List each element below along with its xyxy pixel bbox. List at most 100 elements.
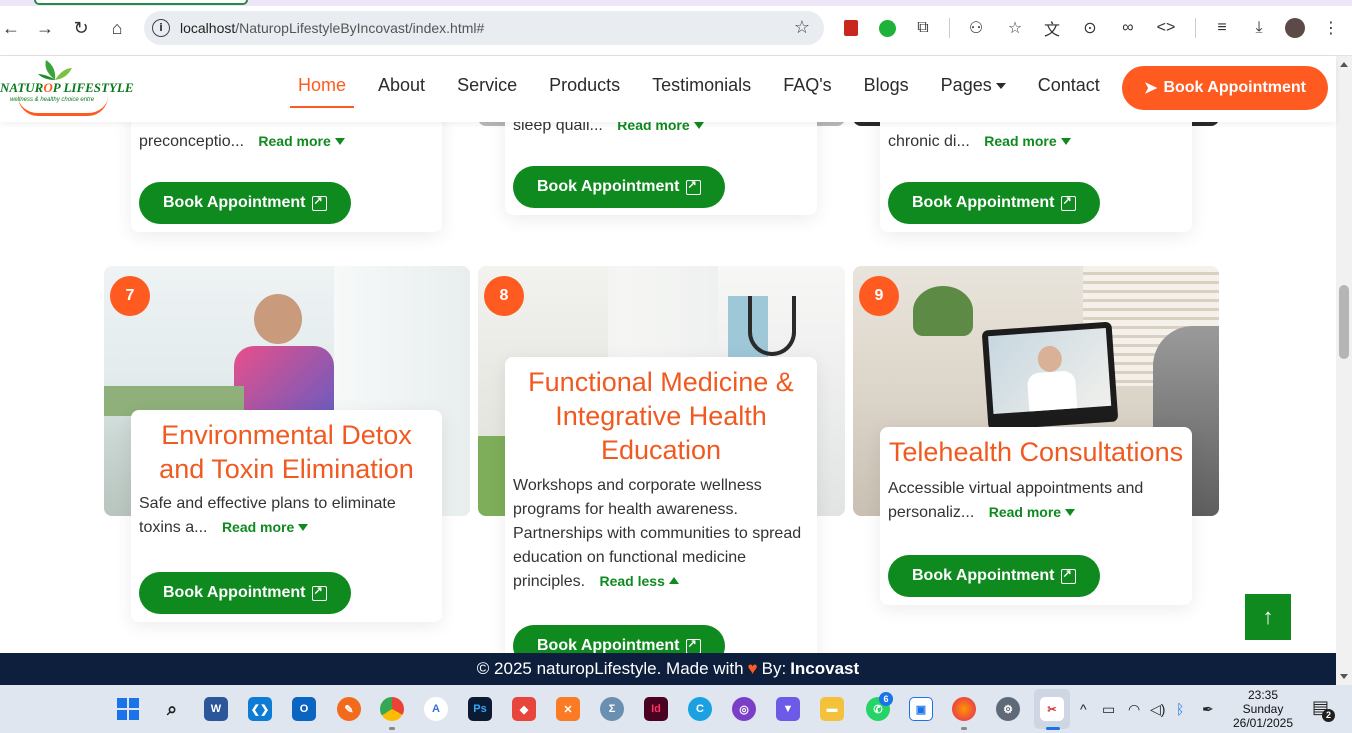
tray-chevron-icon[interactable]: ^ <box>1080 701 1087 717</box>
page-scrollbar[interactable] <box>1336 56 1352 685</box>
wifi-icon[interactable]: ◠ <box>1128 701 1140 718</box>
book-appointment-button[interactable]: Book Appointment <box>139 572 351 614</box>
windows-start-icon[interactable] <box>116 697 140 721</box>
green-extension-icon[interactable] <box>876 17 898 39</box>
read-more-link[interactable]: Read more <box>222 519 309 535</box>
paper-plane-icon: ➤ <box>1144 80 1158 97</box>
bookmark-star-icon[interactable]: ☆ <box>794 17 810 38</box>
tor-browser-icon[interactable]: ◎ <box>732 697 756 721</box>
word-icon[interactable]: W <box>204 697 228 721</box>
canva-icon[interactable]: C <box>688 697 712 721</box>
card-number-badge: 7 <box>110 276 150 316</box>
calculator-icon[interactable]: Σ <box>600 697 624 721</box>
assistant-icon[interactable]: A <box>424 697 448 721</box>
logo[interactable]: NATUROP LIFESTYLE wellness & healthy cho… <box>0 60 134 118</box>
card-desc-text: preconceptio... <box>139 133 244 150</box>
puzzle-icon[interactable]: ⧉ <box>912 17 934 39</box>
translate-icon[interactable]: 文 <box>1041 17 1063 39</box>
read-more-link[interactable]: Read more <box>258 133 345 149</box>
file-explorer-icon[interactable]: ▬ <box>820 697 844 721</box>
caret-down-icon <box>693 122 704 129</box>
photo-plant <box>913 286 973 336</box>
nav-about[interactable]: About <box>378 75 425 108</box>
read-more-label: Read more <box>258 133 331 149</box>
download-icon[interactable]: ⤓ <box>1248 17 1270 39</box>
proton-vpn-icon[interactable]: ▼ <box>776 697 800 721</box>
anydesk-icon[interactable]: ◆ <box>512 697 536 721</box>
url-text[interactable]: localhost/NaturopLifestyleByIncovast/ind… <box>180 20 484 36</box>
home-icon[interactable]: ⌂ <box>106 17 128 39</box>
header-book-appointment-button[interactable]: ➤ Book Appointment <box>1122 66 1328 110</box>
nav-products[interactable]: Products <box>549 75 620 108</box>
book-appointment-button[interactable]: Book Appointment <box>513 625 725 653</box>
url-host: localhost <box>180 20 236 36</box>
book-appointment-button[interactable]: Book Appointment <box>888 555 1100 597</box>
scroll-down-icon[interactable] <box>1340 674 1348 679</box>
nav-faqs[interactable]: FAQ's <box>783 75 831 108</box>
pen-icon[interactable]: ✒ <box>1202 701 1214 718</box>
battery-icon[interactable]: ▭ <box>1102 701 1115 718</box>
window-app-icon[interactable]: ▣ <box>909 697 933 721</box>
read-more-link[interactable]: Read more <box>984 133 1071 149</box>
service-card-4: preconceptio... Read more Book Appointme… <box>131 122 442 232</box>
footer-brand-link[interactable]: Incovast <box>790 659 859 679</box>
tab-strip <box>0 0 1352 6</box>
outlook-icon[interactable]: O <box>292 697 316 721</box>
chrome-icon[interactable] <box>380 697 404 721</box>
windows-taskbar: ⌕ W ❮❯ O ✎ A Ps ◆ ✕ Σ Id C ◎ ▼ ▬ ✆ 6 ▣ ⚙… <box>0 685 1352 733</box>
book-label: Book Appointment <box>163 584 306 601</box>
pdf-icon[interactable] <box>840 17 862 39</box>
scrollbar-thumb[interactable] <box>1339 285 1349 359</box>
nav-contact[interactable]: Contact <box>1038 75 1100 108</box>
running-indicator <box>389 727 395 730</box>
nav-blogs[interactable]: Blogs <box>864 75 909 108</box>
back-icon[interactable]: ← <box>0 17 22 39</box>
clock-date: 26/01/2025 <box>1232 716 1294 730</box>
book-appointment-button[interactable]: Book Appointment <box>139 182 351 224</box>
read-more-link[interactable]: Read more <box>989 504 1076 520</box>
link-icon[interactable]: ∞ <box>1117 17 1139 39</box>
favorite-star-icon[interactable]: ☆ <box>1004 17 1026 39</box>
xampp-icon[interactable]: ✕ <box>556 697 580 721</box>
snipping-tool-icon[interactable]: ✂ <box>1040 697 1064 721</box>
screenshot-icon[interactable]: ⊙ <box>1079 17 1101 39</box>
read-more-link[interactable]: Read more <box>617 122 704 133</box>
card-title: Environmental Detox and Toxin Eliminatio… <box>159 420 414 484</box>
search-icon[interactable]: ⌕ <box>160 697 184 721</box>
book-label: Book Appointment <box>163 194 306 211</box>
system-clock[interactable]: 23:35 Sunday 26/01/2025 <box>1232 688 1294 730</box>
running-indicator <box>961 727 967 730</box>
incognito-icon[interactable]: ⚇ <box>965 17 987 39</box>
nav-pages[interactable]: Pages <box>941 75 1006 108</box>
book-appointment-button[interactable]: Book Appointment <box>888 182 1100 224</box>
indesign-icon[interactable]: Id <box>644 697 668 721</box>
forward-icon[interactable]: → <box>34 17 56 39</box>
nav-service[interactable]: Service <box>457 75 517 108</box>
scroll-up-icon[interactable] <box>1340 62 1348 67</box>
volume-icon[interactable]: ◁) <box>1150 701 1165 718</box>
book-label: Book Appointment <box>537 178 680 195</box>
read-less-link[interactable]: Read less <box>599 573 679 589</box>
firefox-icon[interactable] <box>952 697 976 721</box>
nav-testimonials[interactable]: Testimonials <box>652 75 751 108</box>
site-info-icon[interactable]: i <box>152 19 170 37</box>
vscode-icon[interactable]: ❮❯ <box>248 697 272 721</box>
reading-list-icon[interactable]: ≡ <box>1211 17 1233 39</box>
active-tab-edge[interactable] <box>34 0 248 5</box>
back-to-top-button[interactable]: ↑ <box>1245 594 1291 640</box>
nav-home[interactable]: Home <box>290 75 355 108</box>
menu-icon[interactable]: ⋮ <box>1320 17 1342 39</box>
profile-avatar[interactable] <box>1284 17 1306 39</box>
settings-gear-icon[interactable]: ⚙ <box>996 697 1020 721</box>
card-desc-text: sleep quali... <box>513 122 603 134</box>
bluetooth-icon[interactable]: ᛒ <box>1176 701 1184 717</box>
address-bar[interactable]: i localhost/NaturopLifestyleByIncovast/i… <box>144 11 824 45</box>
card-title: Telehealth Consultations <box>888 437 1184 467</box>
photo-woman-head <box>254 294 302 344</box>
code-icon[interactable]: <> <box>1155 17 1177 39</box>
reload-icon[interactable]: ↻ <box>70 17 92 39</box>
book-appointment-button[interactable]: Book Appointment <box>513 166 725 208</box>
logo-swoosh <box>18 96 108 116</box>
photoshop-icon[interactable]: Ps <box>468 697 492 721</box>
paint-app-icon[interactable]: ✎ <box>337 697 361 721</box>
